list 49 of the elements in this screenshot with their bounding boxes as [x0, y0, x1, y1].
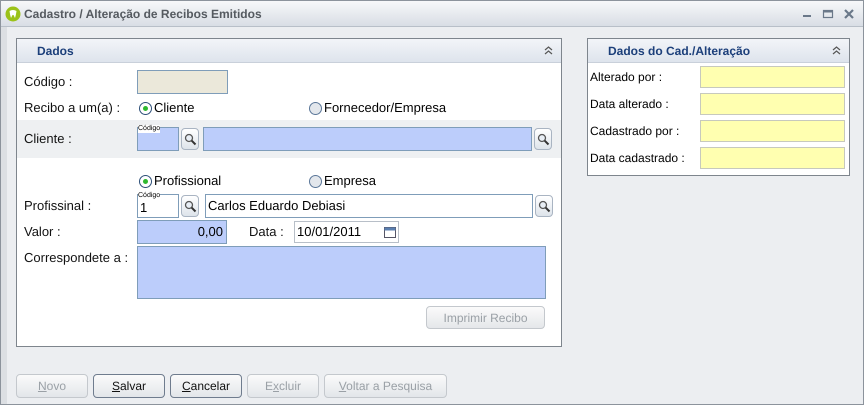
date-field[interactable]: 10/01/2011: [294, 221, 399, 243]
field-label: Profissinal :: [24, 197, 92, 216]
field-label: Data cadastrado :: [590, 150, 686, 166]
client-name-field[interactable]: [203, 127, 532, 151]
search-icon: [184, 200, 196, 212]
action-button[interactable]: Cancelar: [170, 374, 242, 398]
tooth-logo-icon: [5, 6, 21, 22]
calendar-icon[interactable]: [384, 226, 396, 238]
search-button[interactable]: [534, 128, 552, 150]
field-label: Valor :: [24, 223, 62, 242]
audit-field[interactable]: [700, 120, 845, 142]
field-label: Data alterado :: [590, 96, 670, 112]
radio-label[interactable]: Cliente: [154, 98, 194, 118]
field-label: Cliente :: [24, 130, 73, 148]
field-label: Código :: [24, 73, 74, 92]
field-label: Recibo a um(a) :: [24, 99, 122, 118]
search-button[interactable]: [535, 195, 553, 217]
panel-title: Dados: [37, 42, 74, 60]
search-button[interactable]: [181, 128, 199, 150]
search-icon: [538, 200, 550, 212]
radio-button[interactable]: [139, 102, 152, 114]
field-label: Correspondete a :: [24, 249, 130, 267]
collapse-icon[interactable]: [544, 46, 553, 55]
audit-field[interactable]: [700, 66, 845, 88]
codigo-field[interactable]: [137, 70, 228, 94]
action-button[interactable]: Salvar: [93, 374, 165, 398]
radio-label[interactable]: Fornecedor/Empresa: [324, 98, 446, 118]
radio-button[interactable]: [309, 102, 322, 114]
field-label: Data :: [249, 223, 285, 242]
close-icon[interactable]: [843, 8, 855, 20]
valor-field[interactable]: 0,00: [137, 220, 227, 244]
search-button[interactable]: [181, 195, 199, 217]
window-title: Cadastro / Alteração de Recibos Emitidos: [24, 6, 263, 22]
search-icon: [536, 132, 550, 146]
field-value: 1: [140, 199, 148, 217]
professional-name-field[interactable]: Carlos Eduardo Debiasi: [205, 194, 533, 218]
collapse-icon[interactable]: [832, 46, 841, 55]
field-label: Alterado por :: [590, 68, 664, 86]
radio-button[interactable]: [139, 174, 152, 188]
panel-title: Dados do Cad./Alteração: [608, 42, 750, 60]
search-icon: [184, 132, 196, 146]
audit-field[interactable]: [700, 146, 845, 168]
radio-label[interactable]: Empresa: [324, 171, 376, 191]
field-label: Cadastrado por :: [590, 122, 680, 140]
radio-label[interactable]: Profissional: [154, 171, 222, 191]
correspondente-field[interactable]: [137, 246, 546, 299]
maximize-icon[interactable]: [822, 8, 834, 20]
audit-field[interactable]: [700, 92, 845, 114]
radio-button[interactable]: [309, 174, 322, 188]
